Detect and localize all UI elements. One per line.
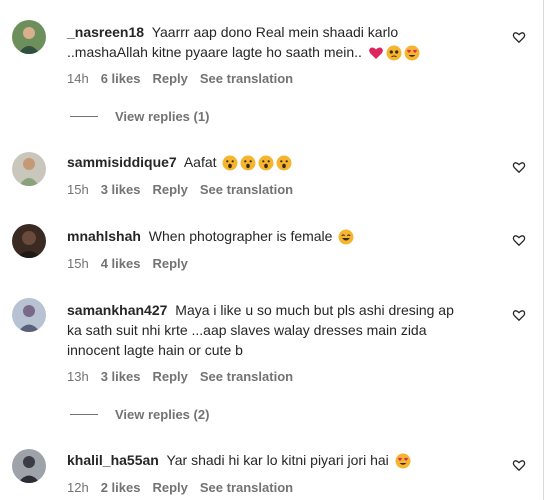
avatar[interactable] — [12, 224, 46, 258]
comment-time: 12h — [67, 480, 89, 495]
comment-username[interactable]: samankhan427 — [67, 302, 167, 318]
view-replies-button[interactable]: View replies (2) — [70, 407, 209, 422]
laughing-face-emoji-icon — [338, 229, 354, 245]
like-heart-icon[interactable] — [512, 308, 526, 322]
comment-text: Maya i like u so much but pls ashi dresi… — [175, 302, 454, 318]
astonished-face-emoji-icon — [222, 155, 238, 171]
comment-text: innocent lagte hain or cute b — [67, 342, 243, 358]
reply-button[interactable]: Reply — [152, 480, 187, 495]
reply-button[interactable]: Reply — [152, 182, 187, 197]
comment-username[interactable]: mnahlshah — [67, 228, 141, 244]
avatar[interactable] — [12, 298, 46, 332]
reply-button[interactable]: Reply — [152, 369, 187, 384]
heart-eyes-emoji-icon — [395, 453, 411, 469]
divider — [70, 414, 98, 415]
astonished-face-emoji-icon — [240, 155, 256, 171]
pleading-face-emoji-icon — [386, 45, 402, 61]
avatar[interactable] — [12, 152, 46, 186]
comment-text: When photographer is female — [148, 228, 333, 244]
like-heart-icon[interactable] — [512, 30, 526, 44]
comment-text: Yar shadi hi kar lo kitni piyari jori ha… — [166, 452, 389, 468]
avatar[interactable] — [12, 20, 46, 54]
likes-count[interactable]: 6 likes — [101, 71, 141, 86]
comment-text: Aafat — [183, 154, 217, 170]
heart-eyes-emoji-icon — [404, 45, 420, 61]
likes-count[interactable]: 2 likes — [101, 480, 141, 495]
likes-count[interactable]: 3 likes — [101, 369, 141, 384]
see-translation-button[interactable]: See translation — [200, 71, 293, 86]
see-translation-button[interactable]: See translation — [200, 369, 293, 384]
view-replies-label[interactable]: View replies (2) — [115, 407, 209, 422]
likes-count[interactable]: 4 likes — [101, 256, 141, 271]
view-replies-label[interactable]: View replies (1) — [115, 109, 209, 124]
reply-button[interactable]: Reply — [152, 71, 187, 86]
comment-time: 15h — [67, 256, 89, 271]
view-replies-button[interactable]: View replies (1) — [70, 109, 209, 124]
divider — [70, 116, 98, 117]
comment-time: 15h — [67, 182, 89, 197]
comment-time: 13h — [67, 369, 89, 384]
comment-username[interactable]: khalil_ha55an — [67, 452, 159, 468]
like-heart-icon[interactable] — [512, 458, 526, 472]
astonished-face-emoji-icon — [258, 155, 274, 171]
comment-text: Yaarrr aap dono Real mein shaadi karlo — [151, 24, 399, 40]
see-translation-button[interactable]: See translation — [200, 480, 293, 495]
reply-button[interactable]: Reply — [152, 256, 187, 271]
comment-text: ..mashaAllah kitne pyaare lagte ho saath… — [67, 44, 362, 60]
avatar[interactable] — [12, 449, 46, 483]
comment-username[interactable]: _nasreen18 — [67, 24, 144, 40]
like-heart-icon[interactable] — [512, 233, 526, 247]
comment-time: 14h — [67, 71, 89, 86]
red-heart-emoji-icon — [368, 47, 383, 60]
comment-username[interactable]: sammisiddique7 — [67, 154, 177, 170]
likes-count[interactable]: 3 likes — [101, 182, 141, 197]
astonished-face-emoji-icon — [276, 155, 292, 171]
see-translation-button[interactable]: See translation — [200, 182, 293, 197]
like-heart-icon[interactable] — [512, 160, 526, 174]
comment-text: ka sath suit nhi krte ...aap slaves wala… — [67, 322, 427, 338]
